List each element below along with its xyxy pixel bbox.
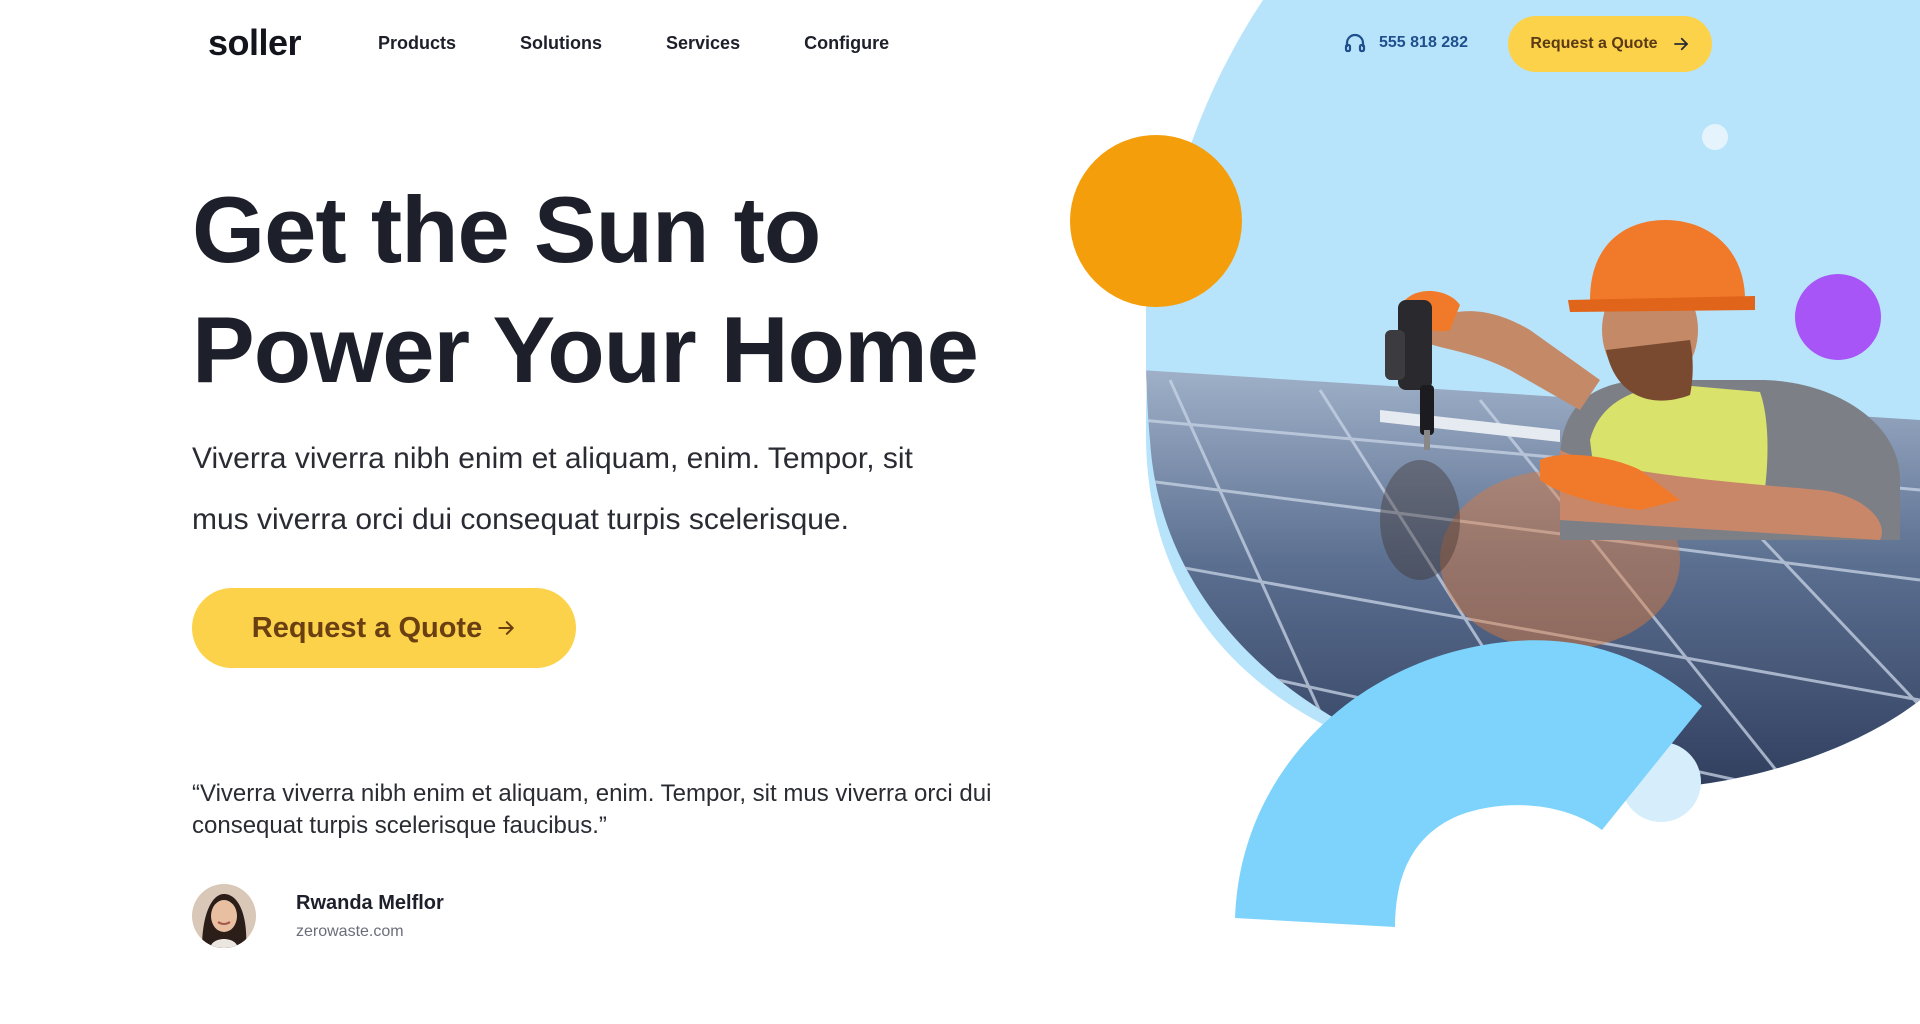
author-name: Rwanda Melflor: [296, 891, 444, 914]
main-nav: Products Solutions Services Configure: [378, 33, 953, 54]
worker-photo: [1146, 220, 1920, 790]
header-cta-label: Request a Quote: [1530, 35, 1658, 52]
arrow-right-icon: [1673, 37, 1688, 51]
headset-icon: [1344, 33, 1366, 53]
hero-title-line-2: Power Your Home: [192, 297, 979, 402]
phone-link[interactable]: 555 818 282: [1343, 31, 1468, 55]
nav-item-products[interactable]: Products: [378, 33, 456, 54]
logo[interactable]: soller: [208, 22, 302, 64]
white-dot-shape: [1702, 124, 1728, 150]
testimonial-quote: “Viverra viverra nibh enim et aliquam, e…: [192, 780, 992, 839]
nav-item-services[interactable]: Services: [666, 33, 740, 54]
testimonial-author: Rwanda Melflor zerowaste.com: [192, 884, 444, 948]
arrow-right-icon: [498, 621, 514, 635]
nav-item-solutions[interactable]: Solutions: [520, 33, 602, 54]
hero-title: Get the Sun to Power Your Home: [192, 170, 1092, 410]
hero-title-line-1: Get the Sun to: [192, 177, 821, 282]
purple-circle-shape: [1795, 274, 1881, 360]
blue-arc-shape: [1235, 640, 1702, 927]
author-site: zerowaste.com: [296, 922, 404, 940]
avatar: [192, 884, 256, 948]
orange-circle-shape: [1070, 135, 1242, 307]
pale-circle-shape: [1621, 742, 1701, 822]
hero-request-quote-button[interactable]: Request a Quote: [192, 588, 576, 668]
blue-blob-shape: [1145, 0, 1920, 790]
hero-cta-label: Request a Quote: [251, 611, 483, 644]
hero-subtitle: Viverra viverra nibh enim et aliquam, en…: [192, 442, 913, 536]
phone-number: 555 818 282: [1379, 34, 1468, 51]
nav-item-configure[interactable]: Configure: [804, 33, 889, 54]
header-request-quote-button[interactable]: Request a Quote: [1508, 16, 1712, 72]
